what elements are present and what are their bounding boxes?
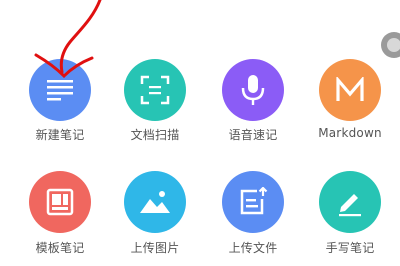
- tile-handwriting-note[interactable]: 手写笔记: [303, 0, 393, 255]
- tile-upload-file[interactable]: 上传文件: [206, 0, 296, 255]
- markdown-label: Markdown: [318, 126, 382, 140]
- upload-file-label: 上传文件: [228, 241, 278, 255]
- pen-icon: [339, 194, 361, 217]
- upload-file-circle: [222, 171, 284, 233]
- floating-assist-button[interactable]: [381, 32, 400, 58]
- handwriting-note-circle: [319, 171, 381, 233]
- handwriting-note-label: 手写笔记: [325, 241, 375, 255]
- tile-template-note[interactable]: 模板笔记: [13, 0, 103, 255]
- template-note-label: 模板笔记: [35, 241, 85, 255]
- template-note-circle: [29, 171, 91, 233]
- file-upload-icon: [240, 187, 268, 215]
- create-note-grid: 新建笔记 文档扫描 语音速记 Markdown 模板笔记 上传图片 上传文件 手…: [0, 0, 400, 266]
- upload-image-circle: [124, 171, 186, 233]
- document-scan-label: 文档扫描: [130, 128, 180, 142]
- template-icon: [46, 188, 74, 216]
- tile-upload-image[interactable]: 上传图片: [108, 0, 198, 255]
- image-icon: [140, 191, 170, 213]
- voice-memo-label: 语音速记: [228, 128, 278, 142]
- upload-image-label: 上传图片: [130, 241, 180, 255]
- new-note-label: 新建笔记: [35, 128, 85, 142]
